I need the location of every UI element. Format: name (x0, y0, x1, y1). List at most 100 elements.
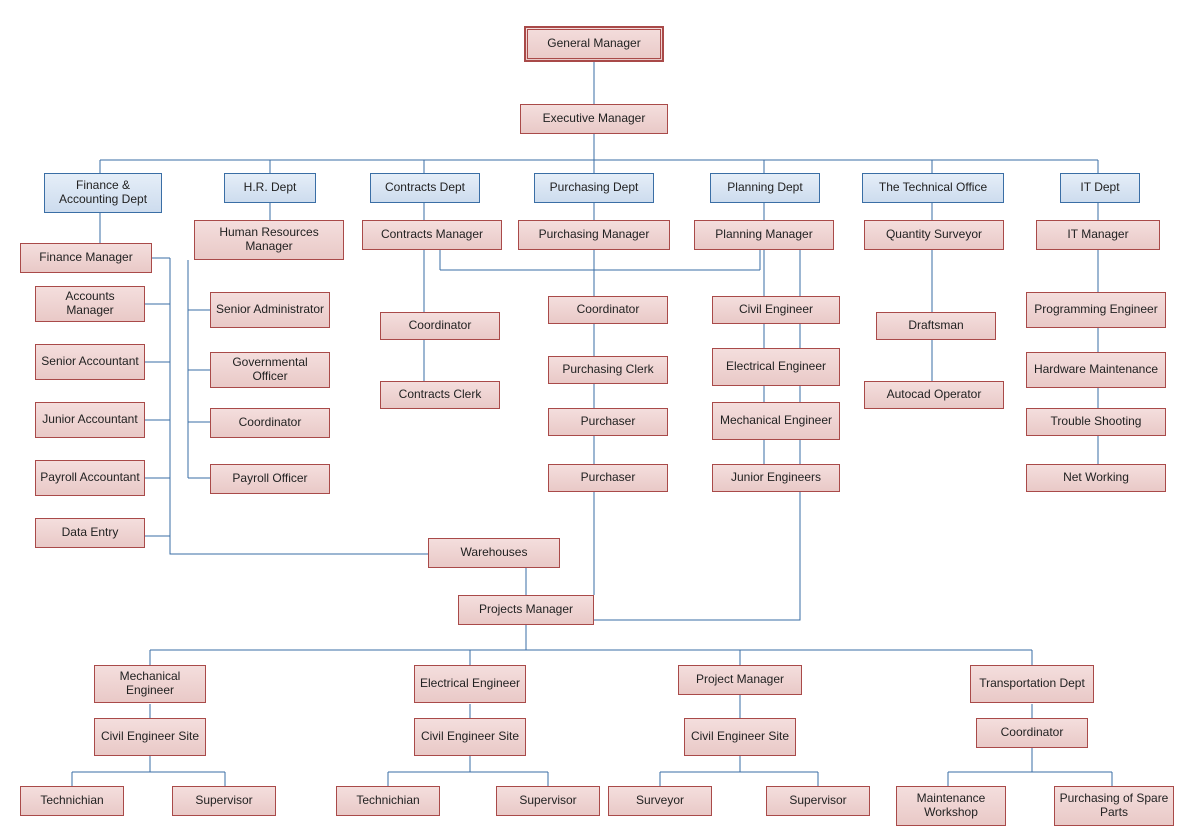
dept-planning: Planning Dept (710, 173, 820, 203)
label: IT Manager (1067, 228, 1128, 242)
org-chart: General Manager Executive Manager Financ… (0, 0, 1188, 840)
label: Civil Engineer Site (101, 730, 199, 744)
label: Junior Accountant (42, 413, 137, 427)
contracts-coordinator: Coordinator (380, 312, 500, 340)
it-trouble-shooting: Trouble Shooting (1026, 408, 1166, 436)
label: Coordinator (1001, 726, 1064, 740)
label: Planning Manager (715, 228, 812, 242)
purchasing-coordinator: Coordinator (548, 296, 668, 324)
it-hardware-maintenance: Hardware Maintenance (1026, 352, 1166, 388)
dept-finance: Finance & Accounting Dept (44, 173, 162, 213)
purchasing-purchaser-1: Purchaser (548, 408, 668, 436)
label: Coordinator (409, 319, 472, 333)
mgr-it: IT Manager (1036, 220, 1160, 250)
pm-supervisor-3: Supervisor (766, 786, 870, 816)
technical-autocad-operator: Autocad Operator (864, 381, 1004, 409)
finance-senior-accountant: Senior Accountant (35, 344, 145, 380)
pm-civil-site-1: Civil Engineer Site (94, 718, 206, 756)
label: Hardware Maintenance (1034, 363, 1158, 377)
label: Transportation Dept (979, 677, 1085, 691)
pm-technichian-2: Technichian (336, 786, 440, 816)
label: Human Resources Manager (199, 226, 339, 254)
hr-governmental-officer: Governmental Officer (210, 352, 330, 388)
contracts-clerk: Contracts Clerk (380, 381, 500, 409)
label: Supervisor (195, 794, 252, 808)
label: Coordinator (239, 416, 302, 430)
label: Contracts Clerk (399, 388, 482, 402)
it-programming-engineer: Programming Engineer (1026, 292, 1166, 328)
label: Supervisor (789, 794, 846, 808)
label: Payroll Accountant (40, 471, 139, 485)
label: Purchaser (581, 471, 636, 485)
label: Draftsman (908, 319, 963, 333)
label: Projects Manager (479, 603, 573, 617)
mgr-planning: Planning Manager (694, 220, 834, 250)
label: Purchasing of Spare Parts (1059, 792, 1169, 820)
pm-purchasing-spare-parts: Purchasing of Spare Parts (1054, 786, 1174, 826)
label: Civil Engineer (739, 303, 813, 317)
label: Accounts Manager (40, 290, 140, 318)
label: Maintenance Workshop (901, 792, 1001, 820)
pm-civil-site-3: Civil Engineer Site (684, 718, 796, 756)
label: Purchasing Manager (539, 228, 650, 242)
finance-data-entry: Data Entry (35, 518, 145, 548)
hr-payroll-officer: Payroll Officer (210, 464, 330, 494)
label: Technichian (356, 794, 419, 808)
label: IT Dept (1080, 181, 1119, 195)
technical-draftsman: Draftsman (876, 312, 996, 340)
label: Coordinator (577, 303, 640, 317)
label: Quantity Surveyor (886, 228, 982, 242)
purchasing-purchaser-2: Purchaser (548, 464, 668, 492)
hr-coordinator: Coordinator (210, 408, 330, 438)
label: Electrical Engineer (420, 677, 520, 691)
label: The Technical Office (879, 181, 987, 195)
label: Electrical Engineer (726, 360, 826, 374)
dept-purchasing: Purchasing Dept (534, 173, 654, 203)
planning-electrical-engineer: Electrical Engineer (712, 348, 840, 386)
dept-it: IT Dept (1060, 173, 1140, 203)
label: Payroll Officer (232, 472, 307, 486)
dept-hr: H.R. Dept (224, 173, 316, 203)
label: Finance & Accounting Dept (49, 179, 157, 207)
pm-coordinator: Coordinator (976, 718, 1088, 748)
label: Mechanical Engineer (720, 414, 832, 428)
label: Purchasing Clerk (562, 363, 653, 377)
label: Supervisor (519, 794, 576, 808)
node-projects-manager: Projects Manager (458, 595, 594, 625)
hr-senior-administrator: Senior Administrator (210, 292, 330, 328)
it-networking: Net Working (1026, 464, 1166, 492)
label: Contracts Dept (385, 181, 465, 195)
purchasing-clerk: Purchasing Clerk (548, 356, 668, 384)
pm-mechanical-engineer: Mechanical Engineer (94, 665, 206, 703)
label: Civil Engineer Site (421, 730, 519, 744)
label: Planning Dept (727, 181, 802, 195)
pm-transportation-dept: Transportation Dept (970, 665, 1094, 703)
pm-technichian-1: Technichian (20, 786, 124, 816)
label: Data Entry (62, 526, 119, 540)
mgr-finance: Finance Manager (20, 243, 152, 273)
pm-supervisor-1: Supervisor (172, 786, 276, 816)
mgr-technical: Quantity Surveyor (864, 220, 1004, 250)
mgr-purchasing: Purchasing Manager (518, 220, 670, 250)
pm-maintenance-workshop: Maintenance Workshop (896, 786, 1006, 826)
label: H.R. Dept (244, 181, 297, 195)
label: Senior Administrator (216, 303, 324, 317)
mgr-hr: Human Resources Manager (194, 220, 344, 260)
label: Project Manager (696, 673, 784, 687)
node-general-manager: General Manager (524, 26, 664, 62)
finance-junior-accountant: Junior Accountant (35, 402, 145, 438)
dept-contracts: Contracts Dept (370, 173, 480, 203)
mgr-contracts: Contracts Manager (362, 220, 502, 250)
label: Warehouses (461, 546, 528, 560)
label: Trouble Shooting (1051, 415, 1142, 429)
planning-mechanical-engineer: Mechanical Engineer (712, 402, 840, 440)
label: Senior Accountant (41, 355, 138, 369)
label: General Manager (547, 37, 640, 51)
label: Executive Manager (543, 112, 646, 126)
finance-payroll-accountant: Payroll Accountant (35, 460, 145, 496)
label: Finance Manager (39, 251, 132, 265)
planning-civil-engineer: Civil Engineer (712, 296, 840, 324)
label: Surveyor (636, 794, 684, 808)
pm-surveyor: Surveyor (608, 786, 712, 816)
label: Contracts Manager (381, 228, 483, 242)
